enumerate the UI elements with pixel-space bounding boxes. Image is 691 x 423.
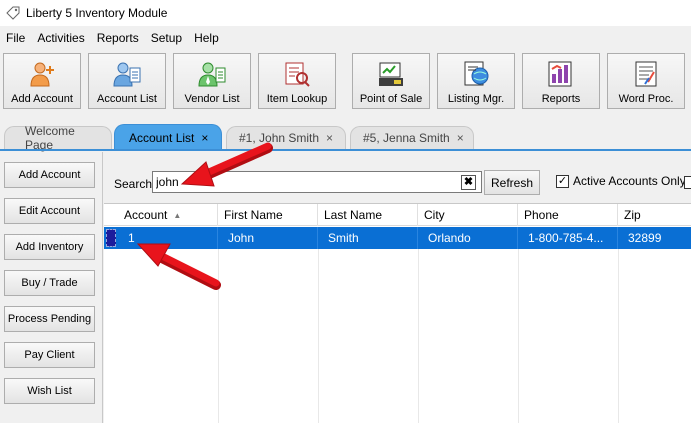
column-label: Account bbox=[124, 208, 168, 222]
action-sidebar: Add Account Edit Account Add Inventory B… bbox=[0, 152, 103, 423]
checkbox-mark[interactable]: ✓ bbox=[556, 174, 569, 188]
column-divider bbox=[618, 249, 619, 423]
account-list-icon bbox=[113, 62, 141, 87]
column-header-zip[interactable]: Zip bbox=[618, 204, 691, 226]
column-header-phone[interactable]: Phone bbox=[518, 204, 618, 226]
toolbar-label: Add Account bbox=[11, 93, 73, 105]
menu-file[interactable]: File bbox=[0, 31, 31, 45]
vendor-list-icon bbox=[198, 62, 226, 87]
menu-setup[interactable]: Setup bbox=[145, 31, 188, 45]
item-lookup-icon bbox=[285, 62, 310, 87]
add-account-toolbar-button[interactable]: Add Account bbox=[3, 53, 81, 109]
search-label: Search bbox=[114, 177, 153, 191]
close-icon[interactable]: × bbox=[326, 131, 333, 145]
process-pending-button[interactable]: Process Pending bbox=[4, 306, 95, 332]
toolbar-label: Word Proc. bbox=[618, 93, 674, 105]
column-divider bbox=[518, 249, 519, 423]
clear-search-icon[interactable]: ✖ bbox=[461, 175, 476, 190]
toolbar: Add Account Account List Vendor List Ite… bbox=[0, 50, 691, 114]
wish-list-button[interactable]: Wish List bbox=[4, 378, 95, 404]
toolbar-label: Reports bbox=[541, 93, 581, 105]
add-account-button[interactable]: Add Account bbox=[4, 162, 95, 188]
cell-first-name: John bbox=[218, 227, 318, 249]
close-icon[interactable]: × bbox=[201, 131, 208, 145]
cell-account: 1 bbox=[118, 227, 218, 249]
cell-last-name: Smith bbox=[318, 227, 418, 249]
word-processor-icon bbox=[635, 61, 657, 87]
point-of-sale-toolbar-button[interactable]: Point of Sale bbox=[352, 53, 430, 109]
pay-client-button[interactable]: Pay Client bbox=[4, 342, 95, 368]
title-bar: Liberty 5 Inventory Module bbox=[0, 0, 691, 26]
accounts-table: Account ▲ First Name Last Name City Phon… bbox=[104, 203, 691, 423]
toolbar-label: Listing Mgr. bbox=[447, 93, 505, 105]
reports-icon bbox=[548, 61, 572, 87]
menu-reports[interactable]: Reports bbox=[91, 31, 145, 45]
table-row[interactable]: 1 John Smith Orlando 1-800-785-4... 3289… bbox=[104, 227, 691, 249]
document-tabs: Welcome Page Account List × #1, John Smi… bbox=[0, 124, 691, 152]
column-header-last-name[interactable]: Last Name bbox=[318, 204, 418, 226]
edit-account-button[interactable]: Edit Account bbox=[4, 198, 95, 224]
word-processor-toolbar-button[interactable]: Word Proc. bbox=[607, 53, 685, 109]
reports-toolbar-button[interactable]: Reports bbox=[522, 53, 600, 109]
item-lookup-toolbar-button[interactable]: Item Lookup bbox=[258, 53, 336, 109]
tab-strip-underline bbox=[0, 149, 691, 151]
add-inventory-button[interactable]: Add Inventory bbox=[4, 234, 95, 260]
search-bar: Search ✖ Refresh ✓ Active Accounts Only bbox=[104, 168, 691, 198]
secondary-filter-checkbox[interactable] bbox=[684, 176, 691, 189]
row-selector[interactable] bbox=[106, 229, 116, 247]
add-account-icon bbox=[30, 62, 54, 87]
refresh-button[interactable]: Refresh bbox=[484, 170, 540, 195]
cell-phone: 1-800-785-4... bbox=[518, 227, 618, 249]
menu-activities[interactable]: Activities bbox=[31, 31, 90, 45]
close-icon[interactable]: × bbox=[457, 131, 464, 145]
tab-john-smith[interactable]: #1, John Smith × bbox=[226, 126, 346, 149]
menu-help[interactable]: Help bbox=[188, 31, 225, 45]
column-header-city[interactable]: City bbox=[418, 204, 518, 226]
tab-account-list[interactable]: Account List × bbox=[114, 124, 222, 150]
app-tag-icon bbox=[6, 6, 20, 20]
tab-label: Welcome Page bbox=[25, 124, 75, 152]
tab-jenna-smith[interactable]: #5, Jenna Smith × bbox=[350, 126, 474, 149]
account-list-toolbar-button[interactable]: Account List bbox=[88, 53, 166, 109]
active-accounts-only-label: Active Accounts Only bbox=[573, 174, 686, 188]
column-divider bbox=[318, 249, 319, 423]
column-divider bbox=[218, 249, 219, 423]
sort-ascending-icon: ▲ bbox=[173, 210, 182, 220]
column-header-first-name[interactable]: First Name bbox=[218, 204, 318, 226]
tab-welcome-page[interactable]: Welcome Page bbox=[4, 124, 112, 152]
column-header-account[interactable]: Account ▲ bbox=[118, 204, 218, 226]
table-header: Account ▲ First Name Last Name City Phon… bbox=[104, 204, 691, 226]
buy-trade-button[interactable]: Buy / Trade bbox=[4, 270, 95, 296]
search-input[interactable] bbox=[152, 171, 482, 193]
cell-zip: 32899 bbox=[628, 231, 662, 245]
vendor-list-toolbar-button[interactable]: Vendor List bbox=[173, 53, 251, 109]
tab-label: #1, John Smith bbox=[239, 131, 320, 145]
toolbar-label: Account List bbox=[97, 93, 157, 105]
tab-label: Account List bbox=[129, 130, 195, 145]
window-title: Liberty 5 Inventory Module bbox=[26, 6, 168, 20]
toolbar-label: Point of Sale bbox=[359, 93, 423, 105]
column-divider bbox=[418, 249, 419, 423]
tab-label: #5, Jenna Smith bbox=[363, 131, 450, 145]
listing-manager-icon bbox=[464, 61, 489, 86]
toolbar-label: Vendor List bbox=[184, 93, 240, 105]
menu-bar: File Activities Reports Setup Help bbox=[0, 28, 691, 48]
point-of-sale-icon bbox=[379, 62, 403, 86]
cell-city: Orlando bbox=[418, 227, 518, 249]
toolbar-label: Item Lookup bbox=[266, 93, 328, 105]
listing-manager-toolbar-button[interactable]: Listing Mgr. bbox=[437, 53, 515, 109]
active-accounts-only-checkbox[interactable]: ✓ Active Accounts Only bbox=[556, 174, 686, 188]
